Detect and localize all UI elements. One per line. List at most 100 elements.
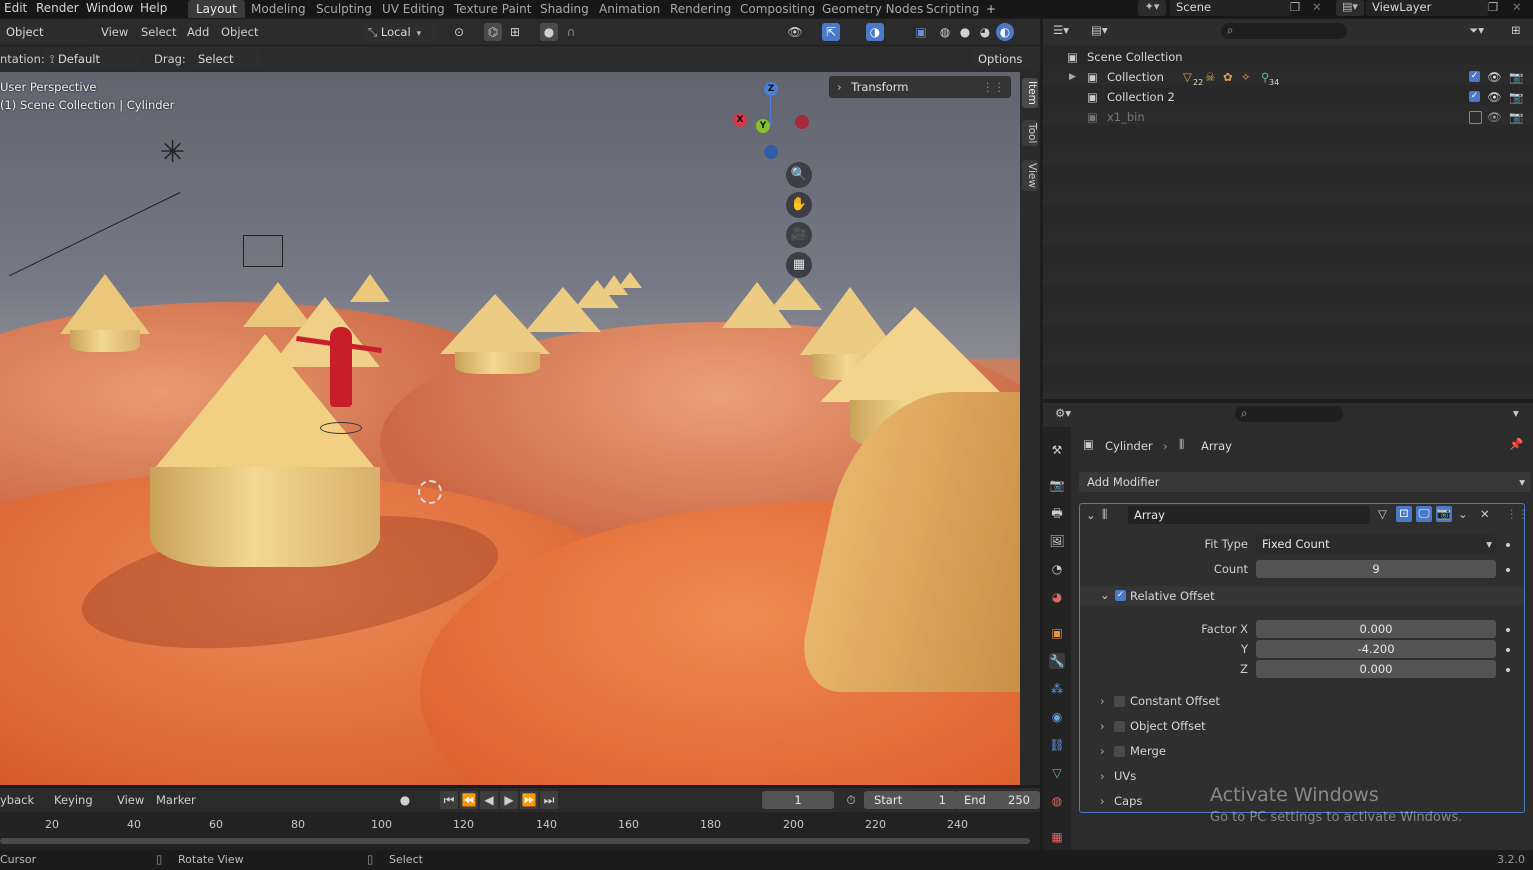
play-reverse-icon[interactable]: ◀ [480, 791, 498, 809]
render-toggle-icon[interactable]: 📷 [1436, 506, 1452, 522]
stopwatch-icon[interactable]: ⏱ [842, 791, 860, 809]
factor-x-field[interactable]: 0.000 [1256, 620, 1496, 638]
camera-view-icon[interactable]: 🎥 [786, 222, 812, 248]
timeline-area[interactable]: 20 40 60 80 100 120 140 160 180 200 220 … [0, 812, 1040, 850]
merge-subpanel[interactable]: › Merge [1100, 741, 1166, 761]
transform-orientation-dropdown[interactable]: ⤡ Local ▾ [362, 22, 438, 42]
editor-type-icon[interactable]: ⚙▾ [1055, 406, 1071, 420]
merge-checkbox[interactable] [1114, 746, 1125, 757]
gizmo-neg-z-ball[interactable] [764, 145, 778, 159]
keyframe-dot[interactable] [1506, 543, 1510, 547]
overlays-toggle-icon[interactable]: ◑ [866, 23, 884, 41]
shading-wireframe-icon[interactable]: ◍ [936, 23, 954, 41]
sidebar-tab-tool[interactable]: Tool [1022, 120, 1038, 147]
jump-end-icon[interactable]: ⏭ [540, 791, 558, 809]
scene-tab-icon[interactable]: ◔ [1049, 561, 1065, 577]
object-tab-icon[interactable]: ▣ [1049, 625, 1065, 641]
xray-toggle-icon[interactable]: ▣ [912, 23, 930, 41]
drag-handle-icon[interactable]: ⋮⋮ [1506, 507, 1529, 521]
factor-z-field[interactable]: 0.000 [1256, 660, 1496, 678]
outliner-row-x1-bin[interactable]: ▣ x1_bin 👁 📷 [1043, 107, 1533, 127]
sidebar-tab-view[interactable]: View [1022, 160, 1038, 191]
jump-start-icon[interactable]: ⏮ [440, 791, 458, 809]
record-keyframe-icon[interactable]: ● [396, 791, 414, 809]
zoom-icon[interactable]: 🔍 [786, 162, 812, 188]
gizmo-z-ball[interactable]: Z [764, 82, 778, 96]
texture-tab-icon[interactable]: ▦ [1049, 829, 1065, 845]
orientation-dropdown[interactable]: ⟟ Default [44, 49, 138, 69]
camera-object-icon[interactable] [243, 235, 283, 267]
outliner-row-collection-2[interactable]: ▣ Collection 2 ✓ 👁 📷 [1043, 87, 1533, 107]
next-keyframe-icon[interactable]: ⏩ [520, 791, 538, 809]
render-camera-icon[interactable]: 📷 [1509, 107, 1523, 127]
visibility-icon[interactable]: 👁 [786, 23, 804, 41]
viewport-toggle-icon[interactable]: 🖵 [1416, 506, 1432, 522]
particles-tab-icon[interactable]: ⁂ [1049, 681, 1065, 697]
keyframe-dot[interactable] [1506, 648, 1510, 652]
add-modifier-dropdown[interactable]: Add Modifier ▾ [1079, 472, 1531, 492]
start-frame-field[interactable]: Start 1 [864, 791, 956, 809]
collapse-arrow-icon[interactable]: ⌄ [1086, 508, 1096, 522]
light-object-icon[interactable]: ✳ [160, 138, 185, 168]
data-tab-icon[interactable]: ▽ [1049, 765, 1065, 781]
outliner-row-collection[interactable]: ▶ ▣ Collection ▽ 22 ☠ ✿ ✧ ⚲ 34 ✓ 👁 📷 [1043, 67, 1533, 87]
snap-target-icon[interactable]: ⊞ [506, 23, 524, 41]
workspace-tab-rendering[interactable]: Rendering [670, 0, 731, 18]
chevron-down-icon[interactable]: ▾ [1513, 406, 1519, 420]
shading-rendered-icon[interactable]: ◐ [996, 23, 1014, 41]
options-dropdown[interactable]: Options [972, 49, 1032, 69]
menu-render[interactable]: Render [36, 0, 79, 18]
remove-modifier-icon[interactable]: ✕ [1480, 507, 1490, 521]
add-workspace-button[interactable]: + [986, 0, 996, 18]
exclude-checkbox[interactable] [1469, 111, 1482, 124]
editor-type-icon[interactable]: ☰▾ [1053, 23, 1069, 37]
constant-offset-subpanel[interactable]: › Constant Offset [1100, 691, 1220, 711]
menu-window[interactable]: Window [86, 0, 133, 18]
scene-icon[interactable]: ✦▾ [1138, 0, 1166, 16]
transform-panel-header[interactable]: › Transform ⋮⋮ [829, 76, 1011, 98]
constraints-tab-icon[interactable]: ⛓ [1049, 737, 1065, 753]
end-frame-field[interactable]: End 250 [954, 791, 1040, 809]
keying-menu[interactable]: Keying [54, 790, 93, 810]
outliner-search-input[interactable]: ⌕ [1221, 23, 1347, 39]
object-offset-checkbox[interactable] [1114, 721, 1125, 732]
3d-viewport[interactable]: ✳ User Perspective (1) Scene Collection … [0, 72, 1020, 785]
properties-search-input[interactable]: ⌕ [1235, 406, 1343, 422]
keyframe-dot[interactable] [1506, 628, 1510, 632]
shading-material-icon[interactable]: ◕ [976, 23, 994, 41]
view-layer-tab-icon[interactable]: 🖼 [1049, 533, 1065, 549]
workspace-tab-uv-editing[interactable]: UV Editing [382, 0, 445, 18]
workspace-tab-texture-paint[interactable]: Texture Paint [454, 0, 531, 18]
chevron-down-icon[interactable]: ⌄ [1458, 507, 1468, 521]
workspace-tab-modeling[interactable]: Modeling [251, 0, 306, 18]
world-tab-icon[interactable]: ◕ [1049, 589, 1065, 605]
pin-icon[interactable]: 📌 [1509, 437, 1523, 451]
gizmo-y-ball[interactable]: Y [756, 119, 770, 133]
factor-y-field[interactable]: -4.200 [1256, 640, 1496, 658]
menu-help[interactable]: Help [140, 0, 167, 18]
modifier-tab-icon[interactable]: 🔧 [1049, 653, 1065, 669]
view-layer-icon[interactable]: ▤▾ [1336, 0, 1364, 16]
delete-view-layer-icon[interactable]: ✕ [1512, 0, 1522, 14]
pivot-point-icon[interactable]: ⊙ [450, 23, 468, 41]
workspace-tab-sculpting[interactable]: Sculpting [316, 0, 372, 18]
render-tab-icon[interactable]: 📷 [1049, 477, 1065, 493]
output-tab-icon[interactable]: 🖶 [1049, 505, 1065, 521]
eye-icon[interactable]: 👁 [1487, 67, 1502, 87]
current-frame-field[interactable]: 1 [762, 791, 834, 809]
constant-offset-checkbox[interactable] [1114, 696, 1125, 707]
filter-icon[interactable]: ⏷▾ [1469, 23, 1484, 38]
eye-icon[interactable]: 👁 [1487, 107, 1502, 127]
shading-solid-icon[interactable]: ● [956, 23, 974, 41]
object-mode-dropdown[interactable]: Object Mode▾ [0, 22, 88, 59]
uvs-subpanel[interactable]: › UVs [1100, 766, 1136, 786]
fit-type-dropdown[interactable]: Fixed Count ▾ [1256, 535, 1496, 553]
exclude-checkbox[interactable]: ✓ [1469, 71, 1480, 82]
relative-offset-subpanel-header[interactable]: ⌄ ✓ Relative Offset [1080, 586, 1524, 606]
scene-name-field[interactable]: Scene [1170, 0, 1292, 16]
3d-cursor-icon[interactable] [418, 480, 442, 504]
pan-hand-icon[interactable]: ✋ [786, 192, 812, 218]
object-offset-subpanel[interactable]: › Object Offset [1100, 716, 1206, 736]
menu-select[interactable]: Select [141, 22, 176, 42]
playback-menu[interactable]: yback [0, 790, 34, 810]
